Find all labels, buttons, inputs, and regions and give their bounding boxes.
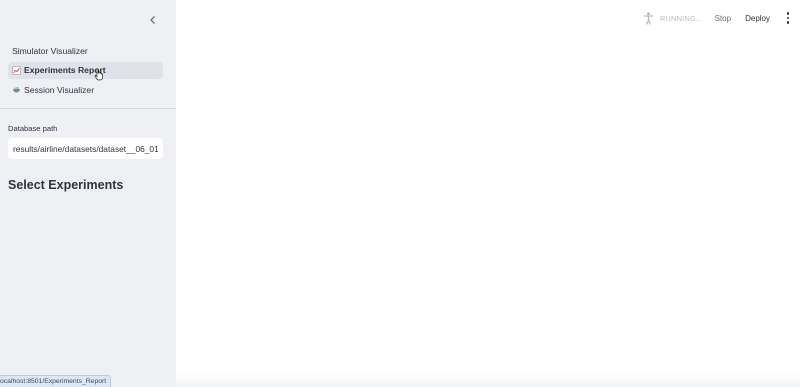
top-toolbar: RUNNING... Stop Deploy <box>643 10 792 26</box>
sidebar: Simulator Visualizer Experiments Report <box>0 0 176 387</box>
chevron-left-icon[interactable] <box>145 12 161 28</box>
status-bar-url: ocalhost:8501/Experiments_Report <box>0 375 112 387</box>
sidebar-divider <box>0 108 176 109</box>
vertical-dots-icon[interactable] <box>784 11 792 25</box>
sidebar-item-session-visualizer[interactable]: Session Visualizer <box>8 81 163 98</box>
stop-button[interactable]: Stop <box>715 14 731 23</box>
deploy-button[interactable]: Deploy <box>745 14 770 23</box>
select-experiments-heading: Select Experiments <box>8 178 124 192</box>
app-window: Simulator Visualizer Experiments Report <box>0 0 800 387</box>
sidebar-item-label: Session Visualizer <box>24 84 95 95</box>
sidebar-item-label: Simulator Visualizer <box>12 45 88 56</box>
pointer-cursor-icon <box>94 68 103 81</box>
main-content: RUNNING... Stop Deploy <box>176 0 800 387</box>
sidebar-item-simulator-visualizer[interactable]: Simulator Visualizer <box>8 42 163 59</box>
sidebar-item-experiments-report[interactable]: Experiments Report <box>8 61 163 79</box>
chart-increasing-icon <box>12 65 24 75</box>
database-path-label: Database path <box>8 124 58 133</box>
bowl-icon <box>12 85 24 94</box>
running-status: RUNNING... <box>659 13 703 23</box>
running-figure-icon <box>643 11 655 25</box>
sidebar-nav: Simulator Visualizer Experiments Report <box>8 42 163 101</box>
database-path-input[interactable] <box>8 138 163 159</box>
bottom-shadow <box>176 373 800 387</box>
